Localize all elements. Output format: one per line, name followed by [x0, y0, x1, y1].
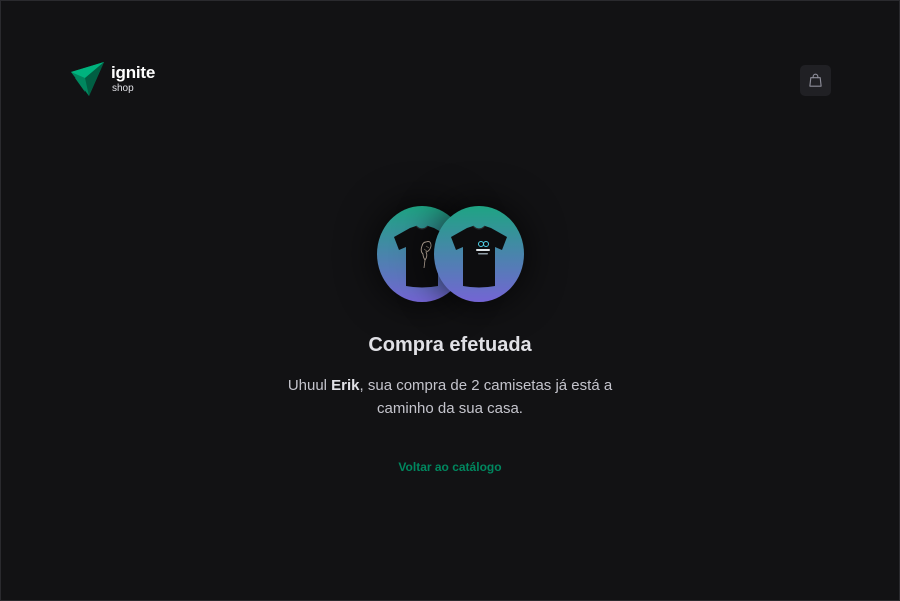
page-title: Compra efetuada	[368, 334, 532, 356]
success-message: Uhuul Erik, sua compra de 2 camisetas já…	[280, 375, 620, 420]
shopping-bag-icon	[809, 73, 822, 87]
tshirt-icon	[450, 225, 507, 288]
message-prefix: Uhuul	[287, 377, 332, 394]
header: ignite shop	[1, 1, 899, 161]
cart-button[interactable]	[800, 65, 831, 96]
message-middle: , sua compra de	[359, 377, 472, 394]
product-image-circle	[433, 206, 524, 302]
customer-name: Erik	[331, 377, 360, 394]
logo[interactable]: ignite shop	[71, 62, 155, 96]
logo-subtitle: shop	[112, 83, 134, 94]
success-page: ignite shop Compra efetuada Uhuul Erik, …	[0, 0, 900, 601]
back-to-catalog-link[interactable]: Voltar ao catálogo	[398, 460, 501, 474]
purchased-images	[376, 206, 524, 302]
logo-text: ignite shop	[111, 64, 155, 94]
logo-title: ignite	[111, 63, 156, 82]
ignite-logo-icon	[71, 62, 104, 96]
item-count: 2	[471, 377, 480, 394]
success-container: Compra efetuada Uhuul Erik, sua compra d…	[1, 206, 899, 474]
